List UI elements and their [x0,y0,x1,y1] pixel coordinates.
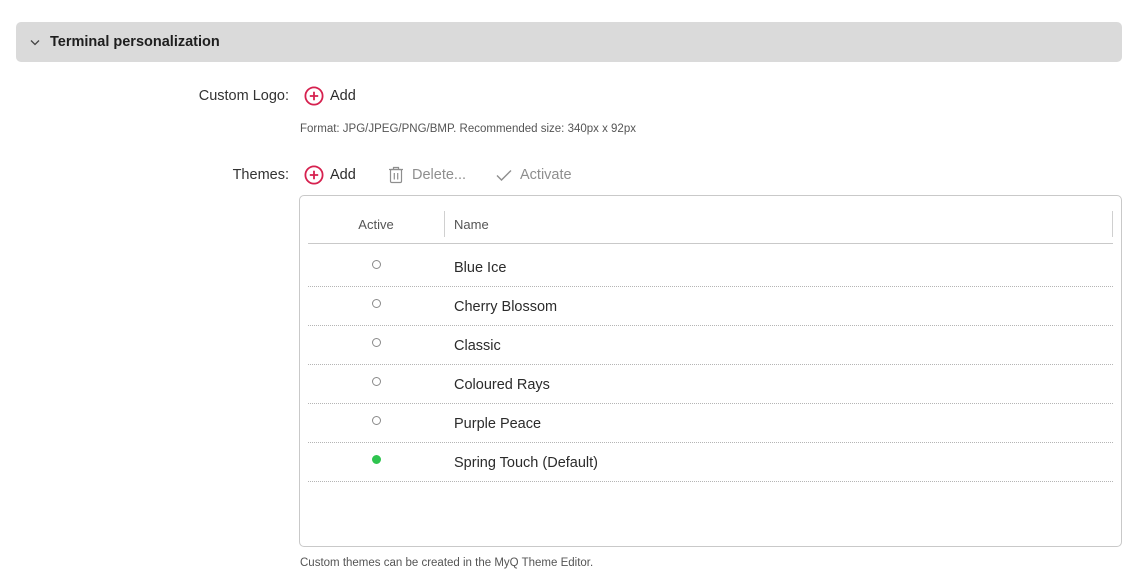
table-row[interactable]: Classic [308,326,1113,365]
theme-name: Spring Touch (Default) [454,455,599,471]
themes-table: Active Name Blue Ice Cherry Blossom Clas… [299,195,1122,547]
custom-logo-add-button[interactable]: Add [304,86,356,106]
logo-format-hint: Format: JPG/JPEG/PNG/BMP. Recommended si… [300,123,636,135]
theme-name: Cherry Blossom [454,299,558,315]
theme-editor-hint: Custom themes can be created in the MyQ … [300,557,594,569]
theme-name: Purple Peace [454,416,542,432]
add-circle-icon [304,86,324,106]
themes-label: Themes: [232,167,289,183]
theme-name: Blue Ice [454,260,507,276]
add-label: Add [330,88,356,104]
add-label: Add [330,167,356,183]
table-row[interactable]: Coloured Rays [308,365,1113,404]
table-row[interactable]: Purple Peace [308,404,1113,443]
column-header-active[interactable]: Active [308,204,444,244]
active-indicator [372,299,381,308]
table-row[interactable]: Blue Ice [308,248,1113,287]
active-indicator [372,377,381,386]
activate-label: Activate [520,167,572,183]
table-header: Active Name [308,204,1113,244]
checkmark-icon [494,165,514,185]
active-indicator [372,338,381,347]
active-indicator [372,416,381,425]
themes-delete-button[interactable]: Delete... [386,165,466,185]
chevron-down-icon [28,35,42,49]
terminal-personalization-header[interactable]: Terminal personalization [16,22,1122,62]
table-row[interactable]: Cherry Blossom [308,287,1113,326]
trash-icon [386,165,406,185]
themes-activate-button[interactable]: Activate [494,165,572,185]
column-header-name[interactable]: Name [444,211,1113,237]
table-body: Blue Ice Cherry Blossom Classic Coloured… [308,248,1113,482]
table-row[interactable]: Spring Touch (Default) [308,443,1113,482]
active-indicator [372,455,381,464]
section-title: Terminal personalization [50,34,220,50]
themes-add-button[interactable]: Add [304,165,356,185]
custom-logo-label: Custom Logo: [198,88,289,104]
active-indicator [372,260,381,269]
theme-name: Coloured Rays [454,377,550,393]
delete-label: Delete... [412,167,466,183]
theme-name: Classic [454,338,501,354]
add-circle-icon [304,165,324,185]
